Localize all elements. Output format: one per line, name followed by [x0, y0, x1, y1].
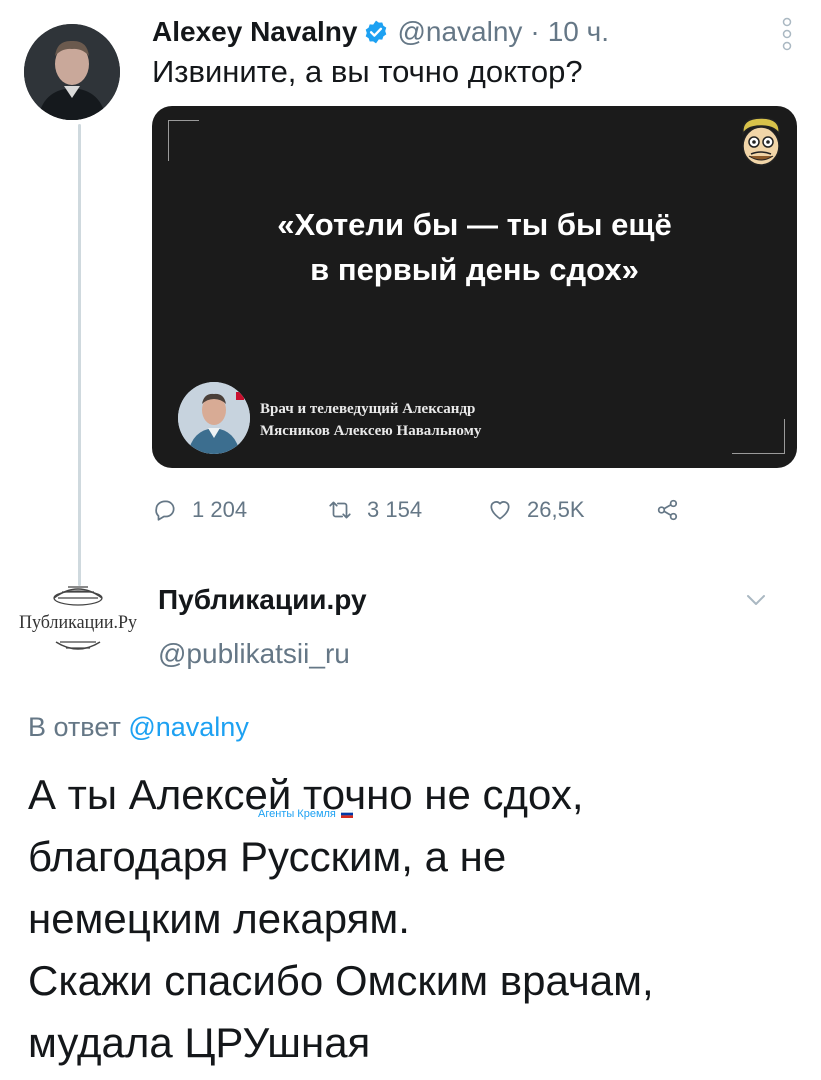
- tweet-timestamp[interactable]: 10 ч.: [548, 16, 609, 48]
- avatar[interactable]: Публикации.Ру: [18, 578, 138, 662]
- quote-text: «Хотели бы — ты бы ещё в первый день сдо…: [277, 207, 672, 287]
- doctor-photo: [178, 382, 250, 454]
- thread-connector-line: [78, 124, 81, 586]
- publikatsii-logo: Публикации.Ру: [19, 586, 137, 650]
- like-count: 26,5K: [527, 497, 585, 522]
- meta-separator: ·: [530, 16, 540, 47]
- mascot-logo-icon: [742, 117, 780, 166]
- author-name[interactable]: Публикации.ру: [158, 584, 367, 616]
- logo-text: Публикации.Ру: [19, 612, 137, 633]
- like-button[interactable]: 26,5K: [487, 497, 655, 523]
- reply-context: В ответ @navalny: [28, 712, 249, 743]
- watermark: Агенты Кремля: [258, 808, 353, 820]
- tweet-text: А ты Алексей точно не сдох, благодаря Ру…: [28, 771, 654, 1066]
- retweet-button[interactable]: 3 154: [327, 497, 487, 523]
- reply-to-handle-link[interactable]: @navalny: [128, 712, 248, 742]
- reply-icon: [155, 500, 175, 521]
- author-photo: [24, 24, 120, 120]
- reply-count: 1 204: [192, 497, 248, 522]
- reply-to-prefix: В ответ: [28, 712, 121, 742]
- author-handle[interactable]: @navalny: [397, 16, 522, 48]
- retweet-count: 3 154: [367, 497, 423, 522]
- chevron-down-icon[interactable]: [742, 588, 770, 612]
- tweet-header: Alexey Navalny @navalny · 10 ч.: [152, 12, 609, 52]
- quote-card-image[interactable]: «Хотели бы — ты бы ещё в первый день сдо…: [152, 106, 797, 468]
- tweet-text: Извините, а вы точно доктор?: [152, 54, 583, 89]
- heart-icon: [490, 501, 510, 520]
- watermark-text: Агенты Кремля: [258, 808, 336, 820]
- frame-corner-bottom-right: [732, 419, 785, 454]
- more-options-icon[interactable]: [780, 14, 794, 54]
- verified-badge-icon: [366, 20, 387, 44]
- frame-corner-top-left: [168, 120, 199, 161]
- share-icon: [657, 499, 678, 521]
- russian-flag-icon: [340, 810, 353, 818]
- avatar[interactable]: [24, 24, 120, 120]
- tweet-actions: 1 204 3 154 26,5K: [152, 490, 695, 530]
- share-button[interactable]: [655, 497, 695, 523]
- quote-caption: Врач и телеведущий Александр Мясников Ал…: [260, 401, 482, 439]
- retweet-icon: [329, 501, 351, 519]
- author-name[interactable]: Alexey Navalny: [152, 16, 357, 48]
- caption-avatar: [178, 382, 250, 454]
- reply-button[interactable]: 1 204: [152, 497, 327, 523]
- author-handle[interactable]: @publikatsii_ru: [158, 638, 350, 670]
